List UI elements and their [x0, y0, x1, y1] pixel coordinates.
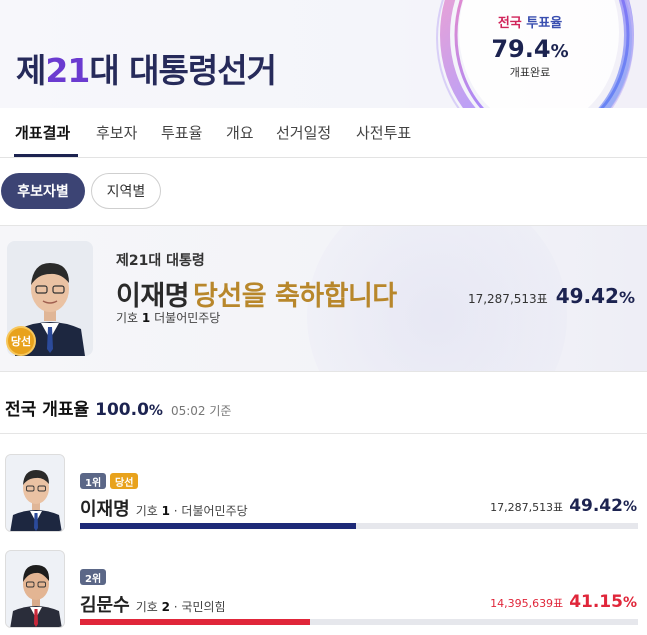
- vote-share-bar: [80, 523, 638, 529]
- candidate-photo: [5, 550, 65, 628]
- tab-schedule[interactable]: 선거일정: [276, 122, 331, 143]
- rank-badge: 1위: [80, 473, 107, 489]
- count-value: 100.0%: [95, 400, 163, 420]
- turnout-value: 79.4%: [491, 35, 569, 63]
- tab-results[interactable]: 개표결과: [15, 122, 70, 143]
- candidate-name: 김문수: [80, 595, 130, 616]
- elected-badge: 당선: [6, 326, 36, 356]
- winner-vote-count: 17,287,513표: [467, 292, 548, 306]
- filter-by-region-button[interactable]: 지역별: [91, 173, 161, 209]
- tab-early-voting[interactable]: 사전투표: [356, 122, 411, 143]
- candidate-meta: 기호 1 · 더불어민주당: [135, 504, 248, 518]
- page-title: 제21대 대통령선거: [16, 51, 277, 90]
- main-tabs: 개표결과 후보자 투표율 개요 선거일정 사전투표: [0, 108, 647, 158]
- nationwide-count: 전국 개표율 100.0% 05:02 기준: [5, 395, 231, 420]
- divider: [0, 371, 647, 372]
- candidate-photo: [5, 454, 65, 532]
- national-turnout: 전국 투표율 79.4% 개표완료: [480, 12, 580, 80]
- candidate-votes: 14,395,639표 41.15%: [490, 592, 637, 612]
- congrats-message: 당선을 축하합니다: [193, 281, 397, 312]
- candidate-name-block: 김문수 기호 2 · 국민의힘: [80, 591, 226, 617]
- vote-share-bar: [80, 619, 638, 625]
- winner-info: 기호 1 더불어민주당: [116, 311, 221, 325]
- rank-badge: 2위: [80, 569, 107, 585]
- winner-subtitle: 제21대 대통령: [116, 253, 205, 269]
- count-label: 전국 개표율: [5, 400, 90, 420]
- candidate-meta: 기호 2 · 국민의힘: [135, 600, 226, 614]
- winner-headline: 이재명 당선을 축하합니다: [116, 274, 397, 313]
- filter-by-candidate-button[interactable]: 후보자별: [1, 173, 85, 209]
- vote-percent: 41.15%: [569, 592, 637, 612]
- vote-share-fill: [80, 523, 356, 529]
- winner-percent: 49.42%: [555, 284, 635, 308]
- candidate-votes: 17,287,513표 49.42%: [490, 496, 637, 516]
- candidate-name: 이재명: [80, 499, 130, 520]
- vote-count: 17,287,513표: [490, 501, 564, 514]
- count-time: 05:02 기준: [170, 404, 232, 418]
- vote-count: 14,395,639표: [490, 597, 564, 610]
- vote-share-fill: [80, 619, 310, 625]
- election-header: 제21대 대통령선거 전국 투표율 79.4% 개표완료: [0, 0, 647, 108]
- candidate-name-block: 이재명 기호 1 · 더불어민주당: [80, 495, 248, 521]
- divider: [0, 433, 647, 434]
- elected-badge: 당선: [110, 473, 139, 489]
- tab-turnout[interactable]: 투표율: [161, 122, 202, 143]
- turnout-label: 전국 투표율: [497, 16, 563, 31]
- tab-candidates[interactable]: 후보자: [96, 122, 137, 143]
- winner-name: 이재명: [116, 281, 190, 312]
- winner-votes: 17,287,513표 49.42%: [468, 284, 635, 308]
- tab-overview[interactable]: 개요: [226, 122, 254, 143]
- turnout-status: 개표완료: [509, 66, 551, 79]
- active-tab-indicator: [14, 154, 78, 157]
- vote-percent: 49.42%: [569, 496, 637, 516]
